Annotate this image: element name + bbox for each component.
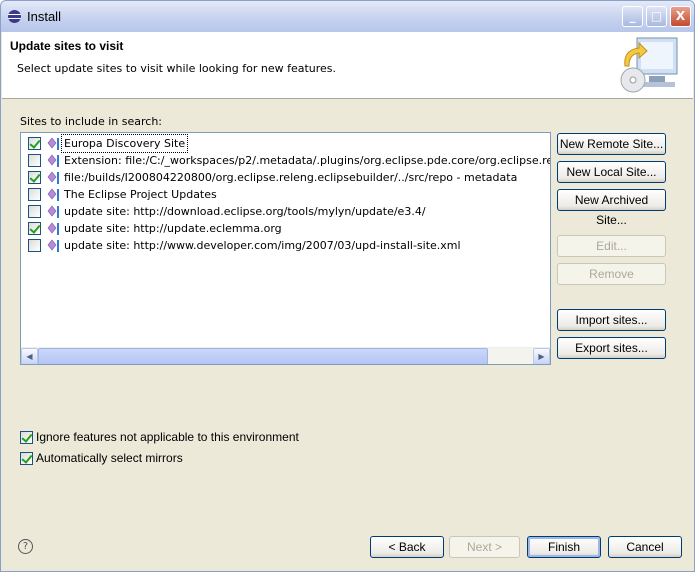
auto-mirrors-checkbox[interactable] (20, 452, 33, 466)
cancel-button[interactable]: Cancel (608, 536, 682, 558)
sites-list[interactable]: update site: http://www.developer.com/im… (20, 132, 551, 365)
update-site-icon (47, 222, 59, 235)
update-site-icon (47, 188, 59, 201)
site-label: update site: http://update.eclemma.org (64, 222, 282, 235)
site-checkbox[interactable] (28, 205, 41, 218)
site-checkbox[interactable] (28, 154, 41, 167)
page-title: Update sites to visit (10, 39, 124, 53)
scroll-right-button[interactable]: ▶ (533, 348, 550, 364)
site-checkbox[interactable] (28, 188, 41, 201)
update-site-icon (47, 137, 59, 150)
scroll-left-button[interactable]: ◀ (21, 348, 38, 364)
close-button[interactable]: X (670, 6, 691, 27)
edit-button[interactable]: Edit... (557, 235, 666, 257)
site-checkbox[interactable] (28, 239, 41, 252)
title-bar: Install _ □ X (1, 1, 694, 32)
site-label: update site: http://www.developer.com/im… (64, 239, 461, 252)
ignore-features-option[interactable]: Ignore features not applicable to this e… (20, 430, 299, 445)
window-title: Install (27, 9, 61, 24)
maximize-button[interactable]: □ (646, 6, 667, 27)
export-sites-button[interactable]: Export sites... (557, 337, 666, 359)
next-button[interactable]: Next > (449, 536, 520, 558)
install-update-icon (620, 37, 678, 93)
site-checkbox[interactable] (28, 137, 41, 150)
install-dialog: Install _ □ X Update sites to visit Sele… (0, 0, 695, 572)
back-button[interactable]: < Back (370, 536, 444, 558)
site-label: update site: http://download.eclipse.org… (64, 205, 426, 218)
auto-mirrors-label: Automatically select mirrors (36, 451, 183, 465)
scrollbar-thumb[interactable] (38, 348, 488, 364)
ignore-features-label: Ignore features not applicable to this e… (36, 430, 299, 444)
page-description: Select update sites to visit while looki… (17, 62, 337, 75)
site-label: Europa Discovery Site (60, 134, 189, 153)
new-remote-site-button[interactable]: New Remote Site... (557, 133, 666, 155)
wizard-banner: Update sites to visit Select update site… (2, 32, 693, 99)
import-sites-button[interactable]: Import sites... (557, 309, 666, 331)
new-local-site-button[interactable]: New Local Site... (557, 161, 666, 183)
minimize-button[interactable]: _ (622, 6, 643, 27)
site-label: Extension: file:/C:/_workspaces/p2/.meta… (64, 154, 550, 167)
update-site-icon (47, 154, 59, 167)
site-label: The Eclipse Project Updates (64, 188, 217, 201)
update-site-icon (47, 171, 59, 184)
auto-mirrors-option[interactable]: Automatically select mirrors (20, 451, 183, 466)
site-checkbox[interactable] (28, 171, 41, 184)
finish-button[interactable]: Finish (527, 536, 601, 558)
eclipse-icon (8, 10, 21, 23)
sites-label: Sites to include in search: (20, 115, 163, 128)
help-icon[interactable]: ? (18, 539, 33, 554)
site-checkbox[interactable] (28, 222, 41, 235)
new-archived-site-button[interactable]: New Archived Site... (557, 189, 666, 227)
ignore-features-checkbox[interactable] (20, 431, 33, 445)
update-site-icon (47, 239, 59, 252)
update-site-icon (47, 205, 59, 218)
horizontal-scrollbar[interactable]: ◀ ▶ (21, 347, 550, 364)
remove-button[interactable]: Remove (557, 263, 666, 285)
site-label: file:/builds/I200804220800/org.eclipse.r… (64, 171, 518, 184)
